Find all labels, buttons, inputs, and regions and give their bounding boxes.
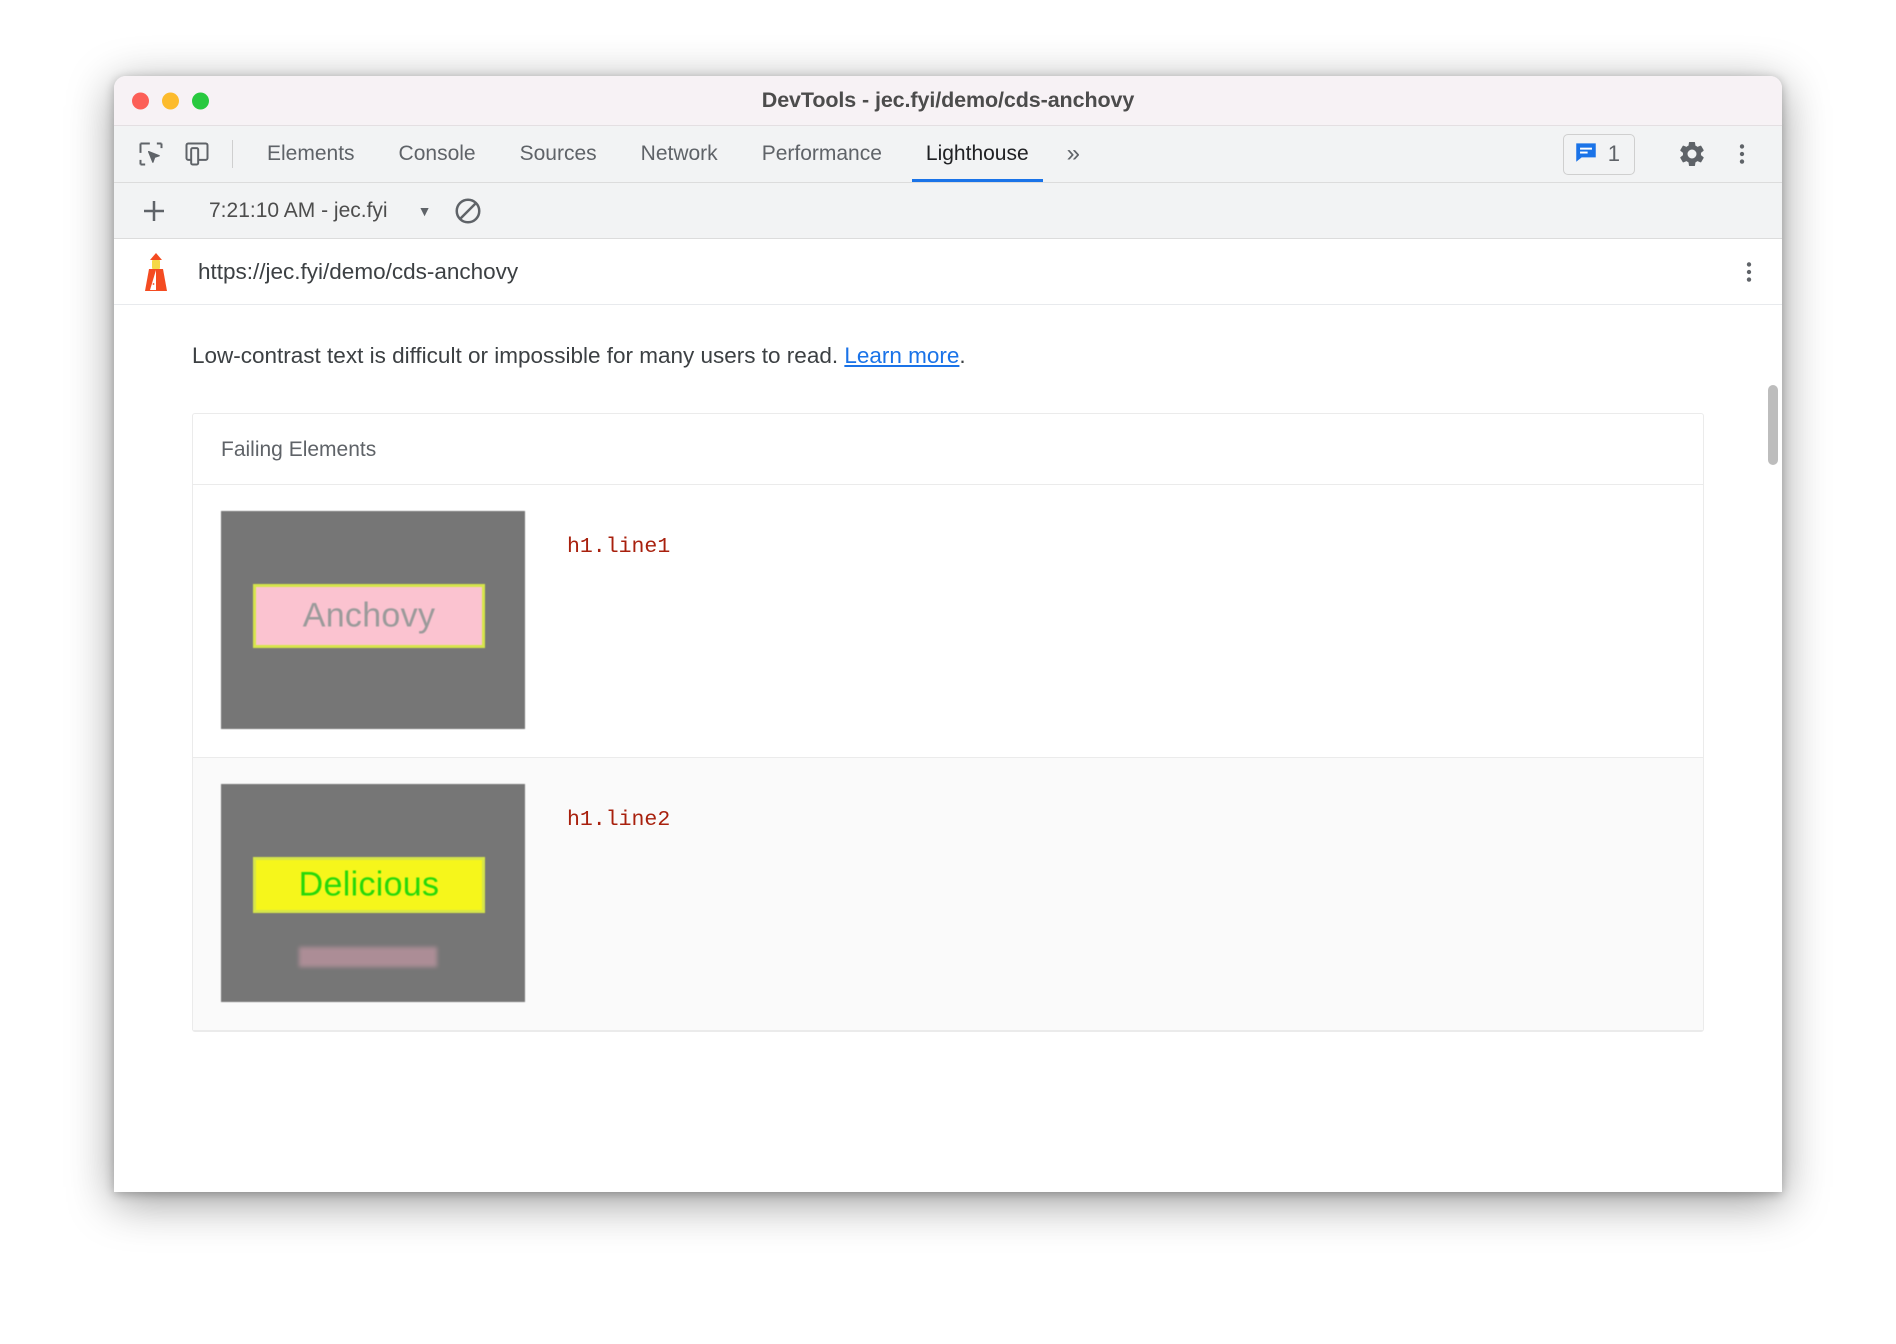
- report-more-icon[interactable]: [1736, 259, 1762, 285]
- tab-label: Sources: [520, 142, 597, 166]
- window-title-bar: DevTools - jec.fyi/demo/cds-anchovy: [114, 76, 1782, 126]
- element-highlight-text: Anchovy: [256, 597, 482, 636]
- report-select-value: 7:21:10 AM - jec.fyi: [209, 199, 388, 223]
- element-highlight-box: Anchovy: [253, 584, 485, 648]
- maximize-window-button[interactable]: [192, 92, 209, 109]
- toolbar-divider: [232, 140, 233, 168]
- panel-tabs: Elements Console Sources Network Perform…: [245, 126, 1051, 182]
- lighthouse-logo-icon: [136, 251, 176, 293]
- element-thumbnail: Anchovy: [221, 511, 525, 729]
- tab-label: Lighthouse: [926, 142, 1029, 166]
- element-highlight-text: Delicious: [256, 866, 482, 905]
- lighthouse-run-toolbar: 7:21:10 AM - jec.fyi ▼: [114, 183, 1782, 239]
- report-select[interactable]: 7:21:10 AM - jec.fyi ▼: [209, 199, 431, 223]
- tab-console[interactable]: Console: [377, 126, 498, 182]
- new-report-button[interactable]: [132, 189, 176, 233]
- inspect-element-icon[interactable]: [128, 126, 174, 182]
- window-title: DevTools - jec.fyi/demo/cds-anchovy: [114, 88, 1782, 113]
- element-selector: h1.line2: [567, 808, 670, 832]
- report-scrollbar-thumb[interactable]: [1768, 385, 1778, 465]
- tab-sources[interactable]: Sources: [498, 126, 619, 182]
- close-window-button[interactable]: [132, 92, 149, 109]
- clear-all-icon[interactable]: [453, 196, 483, 226]
- devtools-window: DevTools - jec.fyi/demo/cds-anchovy Elem…: [114, 76, 1782, 1192]
- chevron-down-icon: ▼: [418, 203, 432, 219]
- gear-icon[interactable]: [1668, 130, 1716, 178]
- audit-description-suffix: .: [959, 343, 965, 368]
- table-row[interactable]: Anchovy h1.line1: [193, 485, 1703, 758]
- minimize-window-button[interactable]: [162, 92, 179, 109]
- element-thumbnail: Delicious: [221, 784, 525, 1002]
- more-tabs-button[interactable]: »: [1051, 126, 1096, 182]
- element-highlight-box: Delicious: [253, 857, 485, 913]
- tab-label: Network: [641, 142, 718, 166]
- report-body: Low-contrast text is difficult or imposs…: [114, 305, 1782, 1032]
- learn-more-link[interactable]: Learn more: [844, 343, 959, 368]
- audit-description: Low-contrast text is difficult or imposs…: [114, 305, 1782, 371]
- tab-network[interactable]: Network: [619, 126, 740, 182]
- tab-label: Elements: [267, 142, 355, 166]
- message-count: 1: [1608, 141, 1620, 167]
- element-selector: h1.line1: [567, 535, 670, 559]
- tab-lighthouse[interactable]: Lighthouse: [904, 126, 1051, 182]
- lighthouse-report-pane: https://jec.fyi/demo/cds-anchovy Low-con…: [114, 239, 1782, 1192]
- audit-description-text: Low-contrast text is difficult or imposs…: [192, 343, 844, 368]
- tab-performance[interactable]: Performance: [740, 126, 904, 182]
- report-url-bar: https://jec.fyi/demo/cds-anchovy: [114, 239, 1782, 305]
- devtools-tab-strip: Elements Console Sources Network Perform…: [114, 126, 1782, 183]
- report-url: https://jec.fyi/demo/cds-anchovy: [198, 259, 518, 285]
- console-messages-button[interactable]: 1: [1563, 134, 1635, 175]
- tab-elements[interactable]: Elements: [245, 126, 377, 182]
- report-scrollbar-track[interactable]: [1764, 239, 1782, 1192]
- failing-elements-table: Failing Elements Anchovy h1.line1 Delici…: [192, 413, 1704, 1032]
- traffic-light-buttons: [132, 92, 209, 109]
- table-header: Failing Elements: [193, 414, 1703, 485]
- device-toolbar-icon[interactable]: [174, 126, 220, 182]
- table-row[interactable]: Delicious h1.line2: [193, 758, 1703, 1031]
- secondary-element-ghost: [299, 947, 437, 967]
- message-bubble-icon: [1573, 139, 1599, 170]
- more-vertical-icon[interactable]: [1718, 130, 1766, 178]
- tab-label: Console: [399, 142, 476, 166]
- tab-label: Performance: [762, 142, 882, 166]
- toolbar-right-actions: 1: [1563, 126, 1782, 182]
